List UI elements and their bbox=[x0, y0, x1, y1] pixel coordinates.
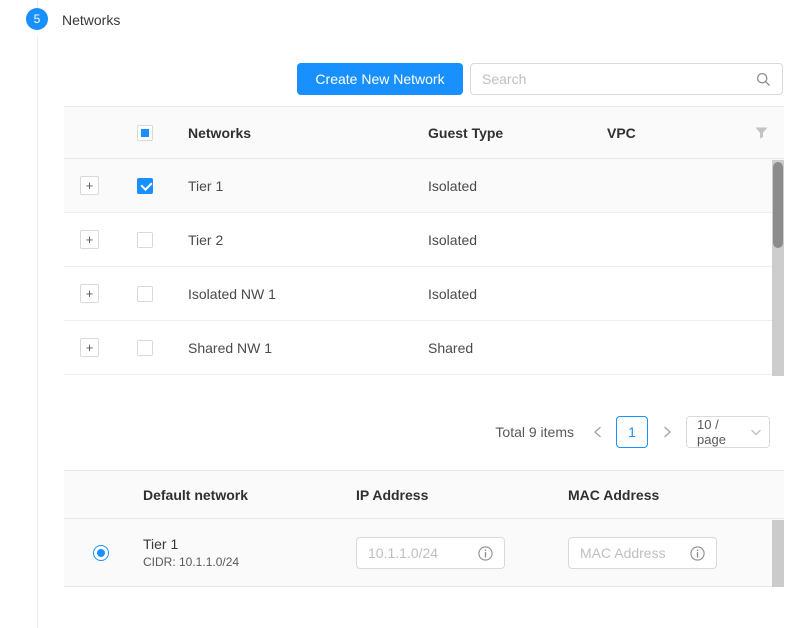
chevron-down-icon bbox=[751, 429, 761, 436]
column-header-guest-type: Guest Type bbox=[428, 107, 503, 158]
table-scrollbar-track[interactable] bbox=[772, 160, 784, 376]
ip-address-input[interactable] bbox=[357, 538, 478, 568]
mac-address-input[interactable] bbox=[569, 538, 690, 568]
search-icon[interactable] bbox=[756, 72, 782, 87]
pagination-total: Total 9 items bbox=[495, 424, 574, 440]
default-network-radio[interactable] bbox=[93, 545, 109, 561]
expand-cell: + bbox=[80, 321, 99, 374]
network-name: Tier 1 bbox=[188, 159, 223, 212]
search-input[interactable] bbox=[471, 64, 756, 94]
table-scrollbar-track[interactable] bbox=[772, 520, 784, 587]
column-header-default-network: Default network bbox=[143, 471, 248, 518]
row-checkbox-cell bbox=[137, 213, 153, 266]
table-row[interactable]: + Tier 2 Isolated bbox=[64, 213, 784, 267]
row-checkbox[interactable] bbox=[137, 286, 153, 302]
info-icon bbox=[690, 546, 716, 561]
networks-table: Networks Guest Type VPC + Tier 1 Isolate… bbox=[64, 106, 784, 375]
network-name: Tier 2 bbox=[188, 213, 223, 266]
search-box[interactable] bbox=[470, 63, 783, 95]
step-title: Networks bbox=[62, 12, 120, 28]
network-name: Isolated NW 1 bbox=[188, 267, 276, 320]
radio-cell bbox=[93, 519, 109, 586]
page-number-button[interactable]: 1 bbox=[616, 416, 648, 448]
expand-row-button[interactable]: + bbox=[80, 230, 99, 249]
select-all-cell bbox=[137, 107, 153, 158]
create-new-network-button[interactable]: Create New Network bbox=[297, 63, 463, 95]
guest-type-value: Isolated bbox=[428, 267, 477, 320]
page-size-select[interactable]: 10 / page bbox=[686, 416, 770, 448]
table-scrollbar-thumb[interactable] bbox=[773, 162, 783, 248]
column-header-mac-address: MAC Address bbox=[568, 471, 659, 518]
network-cidr: CIDR: 10.1.1.0/24 bbox=[143, 555, 239, 569]
row-checkbox[interactable] bbox=[137, 178, 153, 194]
step-connector-line-top bbox=[37, 0, 38, 8]
default-network-table-header: Default network IP Address MAC Address bbox=[64, 471, 784, 519]
previous-page-button[interactable] bbox=[586, 416, 608, 448]
mac-address-field[interactable] bbox=[568, 537, 717, 569]
table-row[interactable]: + Tier 1 Isolated bbox=[64, 159, 784, 213]
next-page-button[interactable] bbox=[656, 416, 678, 448]
pagination: Total 9 items 1 10 / page bbox=[64, 416, 770, 448]
column-header-vpc: VPC bbox=[607, 107, 636, 158]
table-row[interactable]: + Shared NW 1 Shared bbox=[64, 321, 784, 375]
ip-address-field[interactable] bbox=[356, 537, 505, 569]
default-network-row[interactable]: Tier 1 CIDR: 10.1.1.0/24 bbox=[64, 519, 784, 587]
expand-cell: + bbox=[80, 159, 99, 212]
table-row[interactable]: + Isolated NW 1 Isolated bbox=[64, 267, 784, 321]
expand-cell: + bbox=[80, 213, 99, 266]
network-info-cell: Tier 1 CIDR: 10.1.1.0/24 bbox=[143, 519, 239, 586]
row-checkbox-cell bbox=[137, 321, 153, 374]
info-icon bbox=[478, 546, 504, 561]
expand-row-button[interactable]: + bbox=[80, 176, 99, 195]
row-checkbox-cell bbox=[137, 159, 153, 212]
networks-table-header: Networks Guest Type VPC bbox=[64, 107, 784, 159]
network-name: Tier 1 bbox=[143, 536, 239, 552]
row-checkbox[interactable] bbox=[137, 232, 153, 248]
plus-icon: + bbox=[86, 232, 94, 248]
expand-row-button[interactable]: + bbox=[80, 284, 99, 303]
guest-type-value: Isolated bbox=[428, 159, 477, 212]
plus-icon: + bbox=[86, 340, 94, 356]
guest-type-value: Shared bbox=[428, 321, 473, 374]
column-header-ip-address: IP Address bbox=[356, 471, 428, 518]
network-name: Shared NW 1 bbox=[188, 321, 272, 374]
vpc-filter-icon[interactable] bbox=[746, 107, 776, 158]
page-size-value: 10 / page bbox=[697, 417, 745, 447]
step-number-badge: 5 bbox=[26, 8, 48, 30]
column-header-networks: Networks bbox=[188, 107, 251, 158]
guest-type-value: Isolated bbox=[428, 213, 477, 266]
row-checkbox[interactable] bbox=[137, 340, 153, 356]
plus-icon: + bbox=[86, 286, 94, 302]
row-checkbox-cell bbox=[137, 267, 153, 320]
step-number: 5 bbox=[34, 12, 41, 26]
expand-row-button[interactable]: + bbox=[80, 338, 99, 357]
expand-cell: + bbox=[80, 267, 99, 320]
default-network-table: Default network IP Address MAC Address T… bbox=[64, 470, 784, 587]
plus-icon: + bbox=[86, 178, 94, 194]
select-all-checkbox[interactable] bbox=[137, 125, 153, 141]
step-connector-line bbox=[37, 36, 38, 628]
